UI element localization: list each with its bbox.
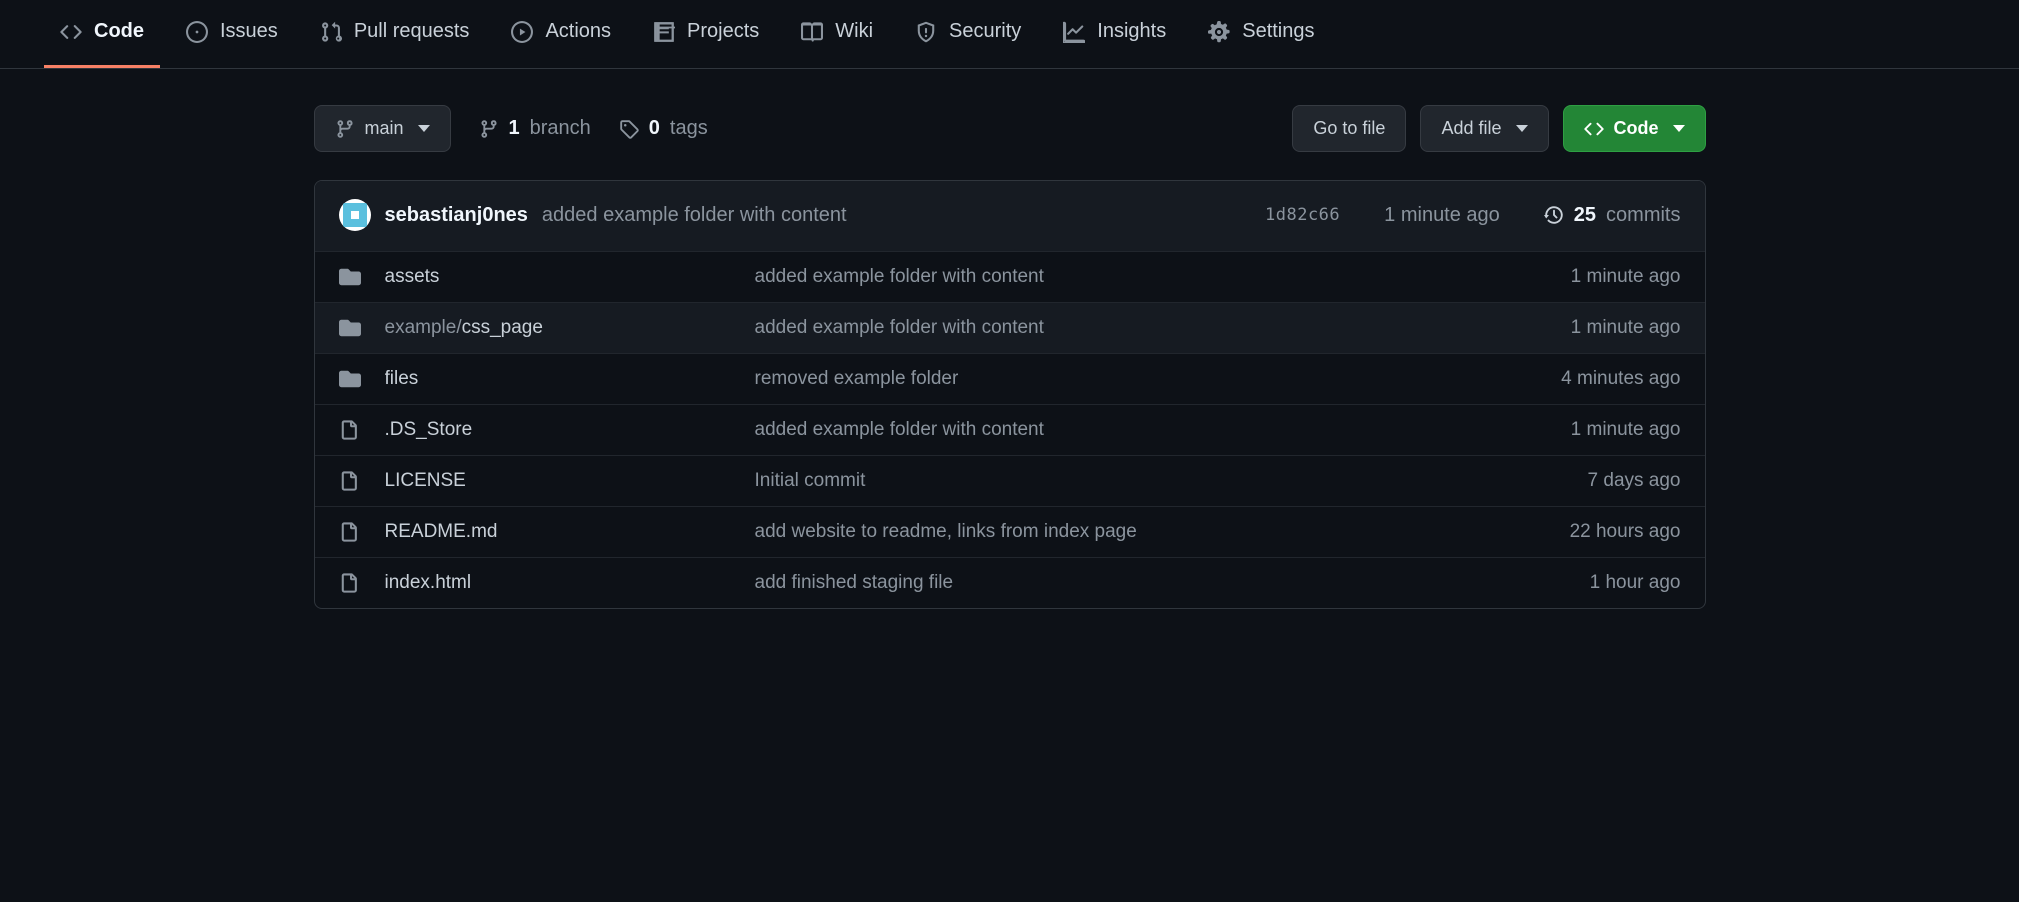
add-file-button[interactable]: Add file: [1420, 105, 1548, 152]
file-name-link[interactable]: README.md: [385, 521, 755, 543]
file-name-link[interactable]: assets: [385, 266, 755, 288]
folder-icon: [339, 266, 363, 288]
file-time: 7 days ago: [1588, 470, 1681, 492]
tab-security[interactable]: Security: [899, 0, 1037, 68]
code-label: Code: [1614, 118, 1659, 139]
code-icon: [60, 21, 82, 43]
tags-word: tags: [670, 117, 708, 140]
git-pull-request-icon: [320, 21, 342, 43]
commit-message-link[interactable]: added example folder with content: [542, 204, 847, 227]
file-commit-message-link[interactable]: added example folder with content: [755, 419, 1571, 441]
branch-switcher-label: main: [365, 118, 404, 139]
tab-label: Projects: [687, 20, 759, 43]
file-name-link[interactable]: LICENSE: [385, 470, 755, 492]
issue-opened-icon: [186, 21, 208, 43]
file-row[interactable]: assetsadded example folder with content1…: [315, 252, 1705, 302]
tab-label: Actions: [545, 20, 611, 43]
git-branch-icon: [335, 119, 355, 139]
gear-icon: [1208, 21, 1230, 43]
file-commit-message-link[interactable]: removed example folder: [755, 368, 1562, 390]
repo-tabnav: Code Issues Pull requests Actions Projects Wi…: [0, 0, 2019, 69]
file-name-link[interactable]: files: [385, 368, 755, 390]
folder-icon: [339, 317, 363, 339]
commits-word: commits: [1606, 204, 1680, 227]
file-row[interactable]: index.htmladd finished staging file1 hou…: [315, 557, 1705, 608]
file-commit-message-link[interactable]: Initial commit: [755, 470, 1588, 492]
branches-word: branch: [530, 117, 591, 140]
folder-icon: [339, 368, 363, 390]
code-icon: [1584, 119, 1604, 139]
book-icon: [801, 21, 823, 43]
history-icon: [1544, 205, 1564, 225]
chevron-down-icon: [1673, 125, 1685, 132]
tab-label: Security: [949, 20, 1021, 43]
go-to-file-button[interactable]: Go to file: [1292, 105, 1406, 152]
branch-switcher-button[interactable]: main: [314, 105, 451, 152]
tab-projects[interactable]: Projects: [637, 0, 775, 68]
file-time: 22 hours ago: [1570, 521, 1681, 543]
git-branch-icon: [479, 119, 499, 139]
avatar[interactable]: [339, 199, 371, 231]
file-time: 1 minute ago: [1571, 419, 1681, 441]
tags-count: 0: [649, 117, 660, 140]
commits-count: 25: [1574, 204, 1596, 227]
tab-label: Pull requests: [354, 20, 470, 43]
commits-history-link[interactable]: 25 commits: [1544, 204, 1681, 227]
file-row[interactable]: LICENSEInitial commit7 days ago: [315, 455, 1705, 506]
shield-icon: [915, 21, 937, 43]
tab-label: Settings: [1242, 20, 1314, 43]
file-commit-message-link[interactable]: add website to readme, links from index …: [755, 521, 1570, 543]
file-row[interactable]: filesremoved example folder4 minutes ago: [315, 353, 1705, 404]
tag-icon: [619, 119, 639, 139]
project-icon: [653, 21, 675, 43]
add-file-label: Add file: [1441, 118, 1501, 139]
file-icon: [339, 419, 363, 441]
commit-author-link[interactable]: sebastianj0nes: [385, 204, 528, 227]
file-icon: [339, 521, 363, 543]
file-row[interactable]: example/css_pageadded example folder wit…: [315, 302, 1705, 353]
graph-icon: [1063, 21, 1085, 43]
file-time: 1 hour ago: [1590, 572, 1681, 594]
commit-sha-link[interactable]: 1d82c66: [1265, 205, 1340, 225]
branches-link[interactable]: 1 branch: [479, 117, 591, 140]
file-icon: [339, 572, 363, 594]
tags-link[interactable]: 0 tags: [619, 117, 708, 140]
chevron-down-icon: [1516, 125, 1528, 132]
file-commit-message-link[interactable]: add finished staging file: [755, 572, 1590, 594]
file-row[interactable]: README.mdadd website to readme, links fr…: [315, 506, 1705, 557]
branches-count: 1: [509, 117, 520, 140]
tab-label: Insights: [1097, 20, 1166, 43]
repo-content: main 1 branch 0 tags Go to file Add file: [314, 105, 1706, 609]
play-icon: [511, 21, 533, 43]
tab-label: Issues: [220, 20, 278, 43]
commit-time[interactable]: 1 minute ago: [1384, 204, 1500, 227]
tab-label: Code: [94, 20, 144, 43]
file-time: 4 minutes ago: [1561, 368, 1680, 390]
tab-insights[interactable]: Insights: [1047, 0, 1182, 68]
file-tree-box: sebastianj0nes added example folder with…: [314, 180, 1706, 609]
tab-code[interactable]: Code: [44, 0, 160, 68]
file-row[interactable]: .DS_Storeadded example folder with conte…: [315, 404, 1705, 455]
file-name-link[interactable]: example/css_page: [385, 317, 755, 339]
file-time: 1 minute ago: [1571, 266, 1681, 288]
latest-commit-header: sebastianj0nes added example folder with…: [315, 181, 1705, 252]
file-name-link[interactable]: .DS_Store: [385, 419, 755, 441]
file-time: 1 minute ago: [1571, 317, 1681, 339]
file-icon: [339, 470, 363, 492]
file-commit-message-link[interactable]: added example folder with content: [755, 317, 1571, 339]
chevron-down-icon: [418, 125, 430, 132]
tab-wiki[interactable]: Wiki: [785, 0, 889, 68]
tab-label: Wiki: [835, 20, 873, 43]
tab-issues[interactable]: Issues: [170, 0, 294, 68]
tab-settings[interactable]: Settings: [1192, 0, 1330, 68]
go-to-file-label: Go to file: [1313, 118, 1385, 139]
code-button[interactable]: Code: [1563, 105, 1706, 152]
tab-actions[interactable]: Actions: [495, 0, 627, 68]
file-action-bar: main 1 branch 0 tags Go to file Add file: [314, 105, 1706, 152]
file-commit-message-link[interactable]: added example folder with content: [755, 266, 1571, 288]
file-name-link[interactable]: index.html: [385, 572, 755, 594]
tab-pulls[interactable]: Pull requests: [304, 0, 486, 68]
